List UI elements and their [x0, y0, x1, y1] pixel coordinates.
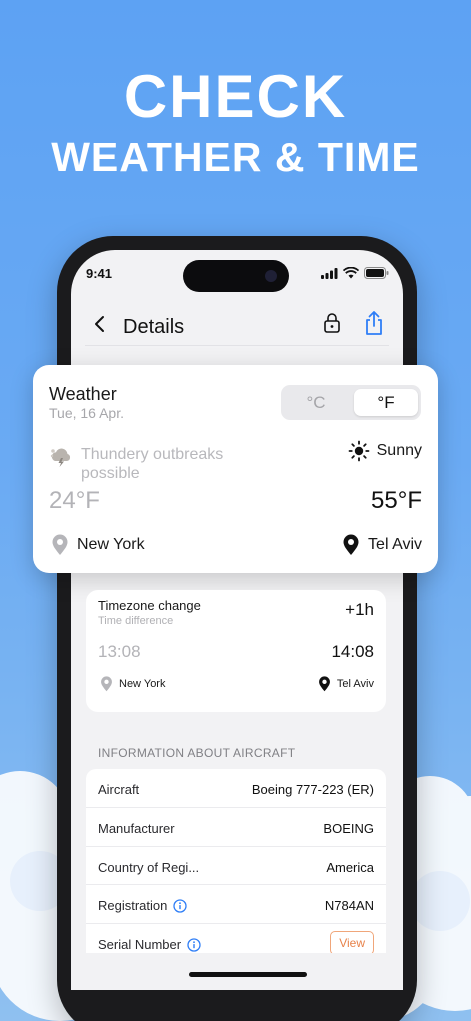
- registration-label-text: Registration: [98, 898, 168, 914]
- timezone-origin-city: New York: [119, 678, 166, 690]
- serial-number-label: Serial Number: [98, 937, 201, 952]
- registration-label: Registration: [98, 898, 188, 914]
- headline-check: CHECK: [123, 63, 348, 130]
- weather-card: Weather Tue, 16 Apr. °C °F Thundery outb…: [33, 365, 438, 573]
- origin-condition: Thundery outbreaks possible: [81, 446, 224, 482]
- registration-value: N784AN: [324, 898, 374, 914]
- location-pin-icon: [101, 676, 112, 692]
- origin-local-time: 13:08: [98, 642, 141, 661]
- location-pin-icon: [318, 676, 330, 692]
- info-icon[interactable]: [173, 899, 188, 913]
- status-bar: 9:41: [71, 250, 403, 294]
- page-title: Details: [123, 316, 185, 338]
- weather-date: Tue, 16 Apr.: [49, 405, 124, 421]
- aircraft-section-heading: INFORMATION ABOUT AIRCRAFT: [98, 746, 296, 760]
- timezone-card: Timezone change Time difference +1h 13:0…: [86, 590, 386, 712]
- status-time: 9:41: [86, 266, 113, 281]
- signal-icon: [321, 268, 338, 279]
- nav-bar: Details: [71, 302, 403, 346]
- lock-icon[interactable]: [323, 312, 341, 334]
- list-item: Country of Regi... America: [86, 847, 386, 886]
- battery-icon: [364, 267, 389, 279]
- weather-title: Weather: [49, 384, 117, 404]
- country-value: America: [326, 859, 374, 875]
- aircraft-label: Aircraft: [98, 782, 140, 797]
- destination-condition: Sunny: [376, 442, 422, 459]
- wifi-icon: [343, 267, 359, 279]
- origin-temperature: 24°F: [49, 487, 100, 514]
- dynamic-island: [183, 260, 289, 292]
- list-item: Registration N784AN: [86, 885, 386, 925]
- sun-icon: [348, 440, 370, 462]
- destination-temperature: 55°F: [371, 487, 422, 514]
- share-icon[interactable]: [363, 310, 385, 336]
- nav-divider: [85, 345, 389, 346]
- timezone-subtitle: Time difference: [98, 615, 174, 627]
- origin-city: New York: [77, 536, 145, 553]
- location-pin-icon: [343, 534, 359, 555]
- list-item: Aircraft Boeing 777-223 (ER): [86, 769, 386, 808]
- timezone-difference: +1h: [345, 600, 374, 619]
- destination-city: Tel Aviv: [368, 536, 422, 553]
- serial-number-label-text: Serial Number: [98, 937, 182, 953]
- home-indicator: [189, 972, 307, 977]
- view-serial-button[interactable]: View: [330, 931, 374, 953]
- timezone-title: Timezone change: [98, 598, 201, 613]
- headline-weather-time: WEATHER & TIME: [51, 134, 420, 180]
- location-pin-icon: [52, 534, 68, 555]
- storm-cloud-icon: [50, 448, 71, 467]
- aircraft-info-list: Aircraft Boeing 777-223 (ER) Manufacture…: [86, 769, 386, 953]
- timezone-destination-city: Tel Aviv: [336, 678, 374, 690]
- unit-celsius-option[interactable]: °C: [284, 389, 348, 416]
- destination-local-time: 14:08: [331, 642, 374, 661]
- back-icon[interactable]: [89, 312, 111, 336]
- manufacturer-label: Manufacturer: [98, 820, 175, 836]
- country-label: Country of Regi...: [98, 859, 200, 875]
- unit-fahrenheit-option[interactable]: °F: [354, 389, 418, 416]
- unit-toggle: °C °F: [281, 385, 421, 420]
- aircraft-value: Boeing 777-223 (ER): [251, 782, 374, 797]
- info-icon[interactable]: [187, 938, 201, 952]
- list-item: Manufacturer BOEING: [86, 808, 386, 847]
- manufacturer-value: BOEING: [323, 820, 374, 836]
